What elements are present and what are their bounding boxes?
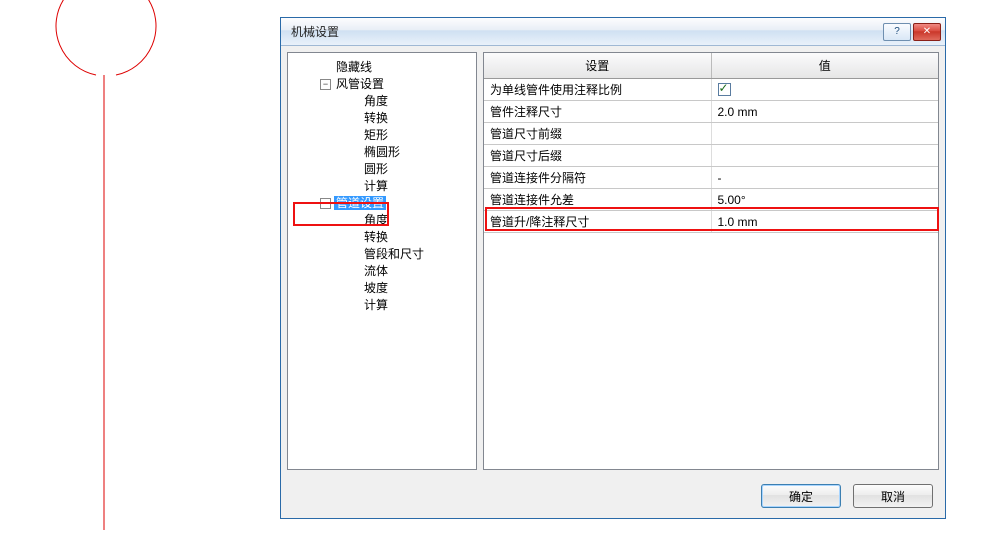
close-button[interactable]: ✕: [913, 23, 941, 41]
tree-item[interactable]: −风管设置: [292, 76, 472, 93]
table-row[interactable]: 管道连接件分隔符-: [484, 167, 938, 189]
table-row[interactable]: 为单线管件使用注释比例: [484, 79, 938, 101]
tree-item-label: 坡度: [362, 281, 390, 295]
cell-setting: 为单线管件使用注释比例: [484, 79, 712, 100]
table-row[interactable]: 管道尺寸后缀: [484, 145, 938, 167]
grid-rows: 为单线管件使用注释比例管件注释尺寸2.0 mm管道尺寸前缀管道尺寸后缀管道连接件…: [484, 79, 938, 233]
col-header-value[interactable]: 值: [712, 53, 939, 78]
expander-icon[interactable]: −: [320, 79, 331, 90]
tree-item-label: 计算: [362, 179, 390, 193]
settings-grid: 设置 值 为单线管件使用注释比例管件注释尺寸2.0 mm管道尺寸前缀管道尺寸后缀…: [483, 52, 939, 470]
cell-setting: 管道尺寸后缀: [484, 145, 712, 166]
table-row[interactable]: 管件注释尺寸2.0 mm: [484, 101, 938, 123]
tree-item-label: 角度: [362, 213, 390, 227]
tree-item[interactable]: 流体: [292, 263, 472, 280]
cell-value[interactable]: [712, 123, 939, 144]
cell-setting: 管道连接件分隔符: [484, 167, 712, 188]
tree-item-label: 角度: [362, 94, 390, 108]
tree-item[interactable]: 隐藏线: [292, 59, 472, 76]
tree-item[interactable]: 椭圆形: [292, 144, 472, 161]
cell-setting: 管道升/降注释尺寸: [484, 211, 712, 232]
tree-item-label: 矩形: [362, 128, 390, 142]
cell-value[interactable]: [712, 145, 939, 166]
tree-item-label: 隐藏线: [334, 60, 374, 74]
tree-item[interactable]: 圆形: [292, 161, 472, 178]
cell-value[interactable]: [712, 79, 939, 100]
tree-item-label: 管段和尺寸: [362, 247, 426, 261]
tree-item-label: 流体: [362, 264, 390, 278]
tree-item[interactable]: 计算: [292, 178, 472, 195]
cancel-button[interactable]: 取消: [853, 484, 933, 508]
table-row[interactable]: 管道尺寸前缀: [484, 123, 938, 145]
tree-item-label: 风管设置: [334, 77, 386, 91]
tree-item[interactable]: 转换: [292, 110, 472, 127]
tree-item-label: 椭圆形: [362, 145, 402, 159]
tree-item[interactable]: 管段和尺寸: [292, 246, 472, 263]
tree-item[interactable]: 角度: [292, 93, 472, 110]
expander-icon[interactable]: −: [320, 198, 331, 209]
tree-item[interactable]: 坡度: [292, 280, 472, 297]
mechanical-settings-dialog: 机械设置 ? ✕ 隐藏线−风管设置角度转换矩形椭圆形圆形计算−管道设置角度转换管…: [280, 17, 946, 519]
tree-item[interactable]: 矩形: [292, 127, 472, 144]
tree-item[interactable]: 转换: [292, 229, 472, 246]
tree-item[interactable]: 角度: [292, 212, 472, 229]
dialog-body: 隐藏线−风管设置角度转换矩形椭圆形圆形计算−管道设置角度转换管段和尺寸流体坡度计…: [281, 46, 945, 476]
titlebar: 机械设置 ? ✕: [281, 18, 945, 46]
cell-value[interactable]: -: [712, 167, 939, 188]
ok-button[interactable]: 确定: [761, 484, 841, 508]
cell-value[interactable]: 1.0 mm: [712, 211, 939, 232]
cell-setting: 管道尺寸前缀: [484, 123, 712, 144]
col-header-setting[interactable]: 设置: [484, 53, 712, 78]
tree-item-label: 计算: [362, 298, 390, 312]
cell-value[interactable]: 5.00°: [712, 189, 939, 210]
cell-setting: 管道连接件允差: [484, 189, 712, 210]
tree-item[interactable]: 计算: [292, 297, 472, 314]
tree-item[interactable]: −管道设置: [292, 195, 472, 212]
settings-tree[interactable]: 隐藏线−风管设置角度转换矩形椭圆形圆形计算−管道设置角度转换管段和尺寸流体坡度计…: [287, 52, 477, 470]
tree-item-label: 转换: [362, 230, 390, 244]
dialog-buttons: 确定 取消: [281, 476, 945, 518]
canvas-drawing: [0, 0, 280, 533]
tree-item-label: 圆形: [362, 162, 390, 176]
grid-header: 设置 值: [484, 53, 938, 79]
table-row[interactable]: 管道连接件允差5.00°: [484, 189, 938, 211]
tree-item-label: 转换: [362, 111, 390, 125]
cell-setting: 管件注释尺寸: [484, 101, 712, 122]
cell-value[interactable]: 2.0 mm: [712, 101, 939, 122]
help-button[interactable]: ?: [883, 23, 911, 41]
tree-item-label: 管道设置: [334, 196, 386, 210]
checkbox[interactable]: [718, 83, 731, 96]
table-row[interactable]: 管道升/降注释尺寸1.0 mm: [484, 211, 938, 233]
dialog-title: 机械设置: [291, 23, 881, 40]
